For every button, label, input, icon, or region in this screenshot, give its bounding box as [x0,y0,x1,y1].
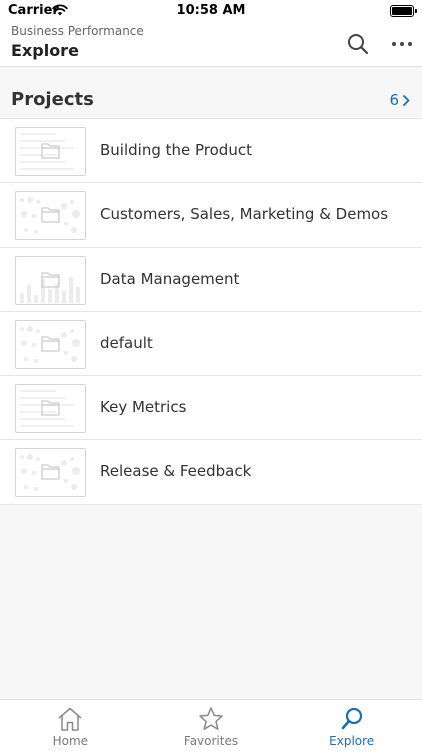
site-subtitle: Business Performance [11,24,144,38]
project-name: default [100,333,153,352]
tab-explore[interactable]: Explore [281,700,422,751]
project-row[interactable]: Data Management [0,248,422,312]
clock: 10:58 AM [176,3,246,18]
project-name: Customers, Sales, Marketing & Demos [100,205,389,224]
project-count: 6 [389,91,399,109]
project-thumbnail [15,191,86,241]
search-button[interactable] [346,32,370,56]
tab-bar: Home Favorites Explore [0,699,422,751]
folder-icon [16,390,85,432]
project-thumbnail [15,127,86,176]
tab-home[interactable]: Home [0,700,141,751]
project-thumbnail [15,384,86,434]
project-row[interactable]: Release & Feedback [0,440,422,505]
project-name: Release & Feedback [100,462,252,481]
project-name: Building the Product [100,141,252,159]
project-thumbnail [15,319,86,369]
section-title: Projects [11,89,94,110]
home-icon [58,707,82,731]
project-row[interactable]: default [0,312,422,377]
project-list: Building the Product Customers, Sales, Ma… [0,118,422,505]
page-title: Explore [11,41,79,60]
status-bar: Carrier 10:58 AM [0,0,422,22]
battery-icon [390,5,417,17]
chevron-right-icon [403,94,410,106]
tab-favorites-label: Favorites [183,734,239,748]
folder-icon [16,197,85,239]
search-icon [348,34,369,55]
more-options-button[interactable] [390,32,414,56]
tab-favorites[interactable]: Favorites [141,700,282,751]
project-name: Data Management [100,269,240,288]
project-row[interactable]: Key Metrics [0,376,422,441]
folder-icon [16,271,85,304]
project-row[interactable]: Customers, Sales, Marketing & Demos [0,183,422,248]
star-icon [199,707,223,730]
tab-explore-label: Explore [329,734,375,748]
folder-icon [16,325,85,368]
tab-home-label: Home [52,734,89,748]
project-row[interactable]: Building the Product [0,118,422,184]
see-all-projects-link[interactable]: 6 [389,91,410,109]
folder-icon [16,133,85,175]
folder-icon [16,454,85,496]
project-name: Key Metrics [100,398,187,417]
app-header: Business Performance Explore [0,22,422,67]
project-thumbnail [15,255,86,305]
more-icon [392,42,412,46]
explore-search-icon [341,707,362,730]
project-thumbnail [15,448,86,498]
